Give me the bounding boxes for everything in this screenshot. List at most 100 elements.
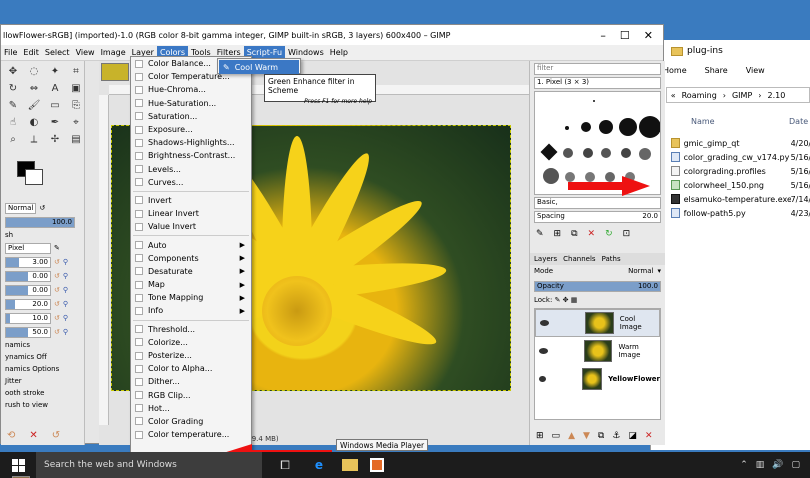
menu-help[interactable]: Help [327, 46, 351, 59]
file-row[interactable]: elsamuko-temperature.exe 7/14/ [651, 192, 810, 206]
lower-icon[interactable]: ▼ [583, 431, 590, 441]
maximize-icon[interactable]: ☐ [620, 29, 630, 42]
new-layer-icon[interactable]: ⊞ [536, 431, 544, 441]
start-button[interactable] [0, 458, 36, 472]
link-icon[interactable]: ⚲ [63, 328, 68, 336]
text-icon[interactable]: A [47, 82, 63, 96]
file-row[interactable]: gmic_gimp_qt 4/20/ [651, 136, 810, 150]
background-color[interactable] [25, 169, 43, 185]
menu-item-cool-warm[interactable]: ✎ Cool Warm [219, 60, 299, 74]
spacing-slider[interactable]: Spacing 20.0 [534, 211, 661, 223]
taskbar-search[interactable]: Search the web and Windows [36, 452, 262, 478]
tab-channels[interactable]: Channels [563, 255, 595, 263]
menu-item-info[interactable]: Info ▶ [131, 304, 251, 317]
open-icon[interactable]: ⊡ [623, 229, 631, 239]
delete-icon[interactable]: ✕ [645, 431, 653, 441]
edit-brush-icon[interactable]: ✎ [54, 244, 60, 252]
duplicate-icon[interactable]: ⧉ [571, 229, 577, 239]
brush-filter-input[interactable]: filter [534, 63, 661, 75]
opacity-slider[interactable]: 100.0 [5, 216, 75, 228]
raise-icon[interactable]: ▲ [568, 431, 575, 441]
menu-item-value-invert[interactable]: Value Invert [131, 220, 251, 233]
dodge-icon[interactable]: ◐ [26, 116, 42, 130]
lock-alpha-icon[interactable]: ▦ [571, 296, 578, 304]
align-icon[interactable]: ▤ [68, 133, 84, 147]
menu-item-levels[interactable]: Levels... [131, 163, 251, 176]
menu-item-posterize[interactable]: Posterize... [131, 349, 251, 362]
menu-item-curves[interactable]: Curves... [131, 176, 251, 189]
wand-icon[interactable]: ✦ [47, 65, 63, 79]
image-thumbnail[interactable] [101, 63, 129, 81]
crop-icon[interactable]: ⌗ [68, 65, 84, 79]
mask-icon[interactable]: ◪ [628, 431, 637, 441]
file-row[interactable]: color_grading_cw_v174.py 5/16/ [651, 150, 810, 164]
anchor-icon[interactable]: ⚓ [612, 431, 620, 441]
path-icon[interactable]: ✒ [47, 116, 63, 130]
zoom-icon[interactable]: ⌕ [5, 133, 21, 147]
breadcrumb-item[interactable]: Roaming [682, 91, 717, 100]
link-icon[interactable]: ⚲ [63, 258, 68, 266]
task-view-icon[interactable]: ⧠ [274, 456, 296, 474]
menu-item-color-to-alpha[interactable]: Color to Alpha... [131, 362, 251, 375]
move-icon[interactable]: ✢ [47, 133, 63, 147]
ribbon-tab-home[interactable]: Home [663, 66, 687, 75]
edit-icon[interactable]: ✎ [536, 229, 544, 239]
reset-icon[interactable]: ↺ [54, 300, 60, 308]
option-slider[interactable]: 50.0 [5, 326, 51, 338]
layer-mode-select[interactable]: Normal [628, 267, 653, 277]
file-row[interactable]: colorgrading.profiles 5/16/ [651, 164, 810, 178]
clone-icon[interactable]: ⎘ [68, 99, 84, 113]
menu-item-components[interactable]: Components ▶ [131, 252, 251, 265]
menu-file[interactable]: File [1, 46, 20, 59]
bucket-icon[interactable]: ▣ [68, 82, 84, 96]
color-swatches[interactable] [11, 161, 84, 201]
brush-select[interactable]: Pixel [5, 242, 51, 254]
refresh-icon[interactable]: ↻ [605, 229, 613, 239]
lock-position-icon[interactable]: ✥ [563, 296, 569, 304]
option-slider[interactable]: 0.00 [5, 284, 51, 296]
menu-item-dither[interactable]: Dither... [131, 375, 251, 388]
picker-icon[interactable]: ⌖ [68, 116, 84, 130]
option-slider[interactable]: 10.0 [5, 312, 51, 324]
eraser-icon[interactable]: ▭ [47, 99, 63, 113]
menu-item-shadows-highlights[interactable]: Shadows-Highlights... [131, 136, 251, 149]
option-slider[interactable]: 0.00 [5, 270, 51, 282]
link-icon[interactable]: ⚲ [63, 300, 68, 308]
menu-select[interactable]: Select [42, 46, 73, 59]
brush-icon[interactable]: 🖌 [26, 99, 42, 113]
lasso-icon[interactable]: ◌ [26, 65, 42, 79]
reset-icon[interactable]: ↺ [54, 258, 60, 266]
media-player-icon[interactable] [370, 458, 384, 472]
volume-icon[interactable]: 🔊 [772, 460, 783, 470]
edge-icon[interactable]: e [308, 456, 330, 474]
measure-icon[interactable]: ⟂ [26, 133, 42, 147]
pencil-icon[interactable]: ✎ [5, 99, 21, 113]
menu-item-saturation[interactable]: Saturation... [131, 110, 251, 123]
reset-icon[interactable]: ↺ [54, 272, 60, 280]
menu-item-rgb-clip[interactable]: RGB Clip... [131, 389, 251, 402]
menu-item-map[interactable]: Map ▶ [131, 278, 251, 291]
menu-item-auto[interactable]: Auto ▶ [131, 238, 251, 251]
rotate-icon[interactable]: ↻ [5, 82, 21, 96]
menu-item-desaturate[interactable]: Desaturate ▶ [131, 265, 251, 278]
link-icon[interactable]: ⚲ [63, 314, 68, 322]
menu-image[interactable]: Image [98, 46, 129, 59]
menu-item-tone-mapping[interactable]: Tone Mapping ▶ [131, 291, 251, 304]
brush-set-select[interactable]: Basic, [534, 197, 661, 209]
delete-icon[interactable]: ✕ [29, 430, 37, 441]
layer-row[interactable]: Warm Image [535, 337, 660, 365]
eye-icon[interactable] [539, 376, 546, 382]
reset-icon[interactable]: ↺ [54, 286, 60, 294]
eye-icon[interactable] [539, 348, 549, 354]
close-icon[interactable]: ✕ [644, 29, 653, 42]
layer-row[interactable]: Cool Image [535, 309, 660, 337]
file-row[interactable]: follow-path5.py 4/23/ [651, 206, 810, 220]
delete-icon[interactable]: ✕ [588, 229, 596, 239]
reset-icon[interactable]: ↺ [54, 314, 60, 322]
smudge-icon[interactable]: ☝ [5, 116, 21, 130]
layer-row[interactable]: YellowFlower [535, 365, 660, 393]
minimize-icon[interactable]: – [600, 29, 606, 42]
layer-opacity-slider[interactable]: Opacity 100.0 [534, 281, 661, 292]
breadcrumb[interactable]: « Roaming › GIMP › 2.10 [665, 87, 810, 103]
menu-item-threshold[interactable]: Threshold... [131, 323, 251, 336]
